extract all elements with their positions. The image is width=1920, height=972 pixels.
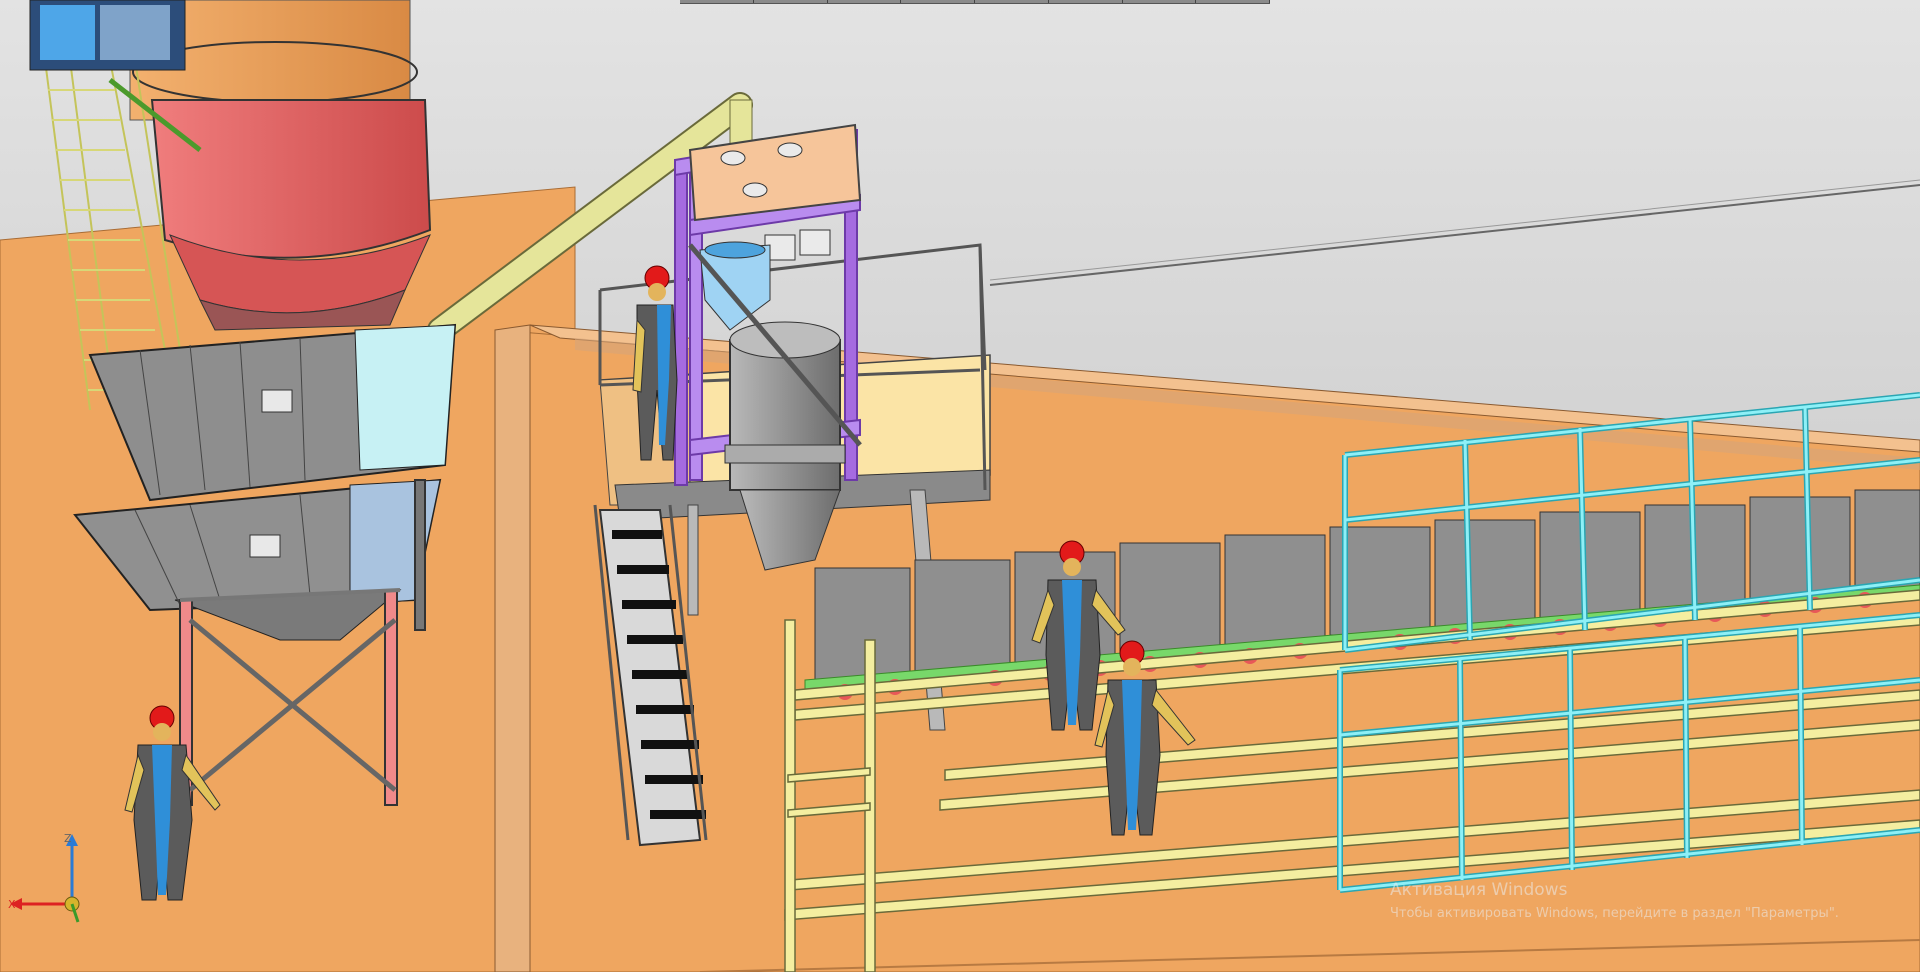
axis-z-label: Z	[64, 832, 72, 845]
windows-activation-watermark: Активация Windows Чтобы активировать Win…	[1390, 880, 1839, 921]
axis-x-label: X	[8, 898, 16, 911]
toolbar-segment[interactable]	[828, 0, 902, 3]
watermark-title: Активация Windows	[1390, 880, 1568, 900]
axis-triad-icon	[10, 834, 80, 923]
cad-3d-viewport[interactable]	[0, 0, 1920, 972]
watermark-subtitle: Чтобы активировать Windows, перейдите в …	[1390, 906, 1839, 921]
toolbar-segment[interactable]	[901, 0, 975, 3]
top-toolbar-strip[interactable]	[680, 0, 1270, 4]
scene-render[interactable]	[0, 0, 1920, 972]
toolbar-segment[interactable]	[680, 0, 754, 3]
toolbar-segment[interactable]	[1123, 0, 1197, 3]
axis-triad[interactable]: Z X	[6, 832, 96, 927]
toolbar-segment[interactable]	[1049, 0, 1123, 3]
toolbar-segment[interactable]	[754, 0, 828, 3]
toolbar-segment[interactable]	[975, 0, 1049, 3]
toolbar-segment[interactable]	[1196, 0, 1270, 3]
